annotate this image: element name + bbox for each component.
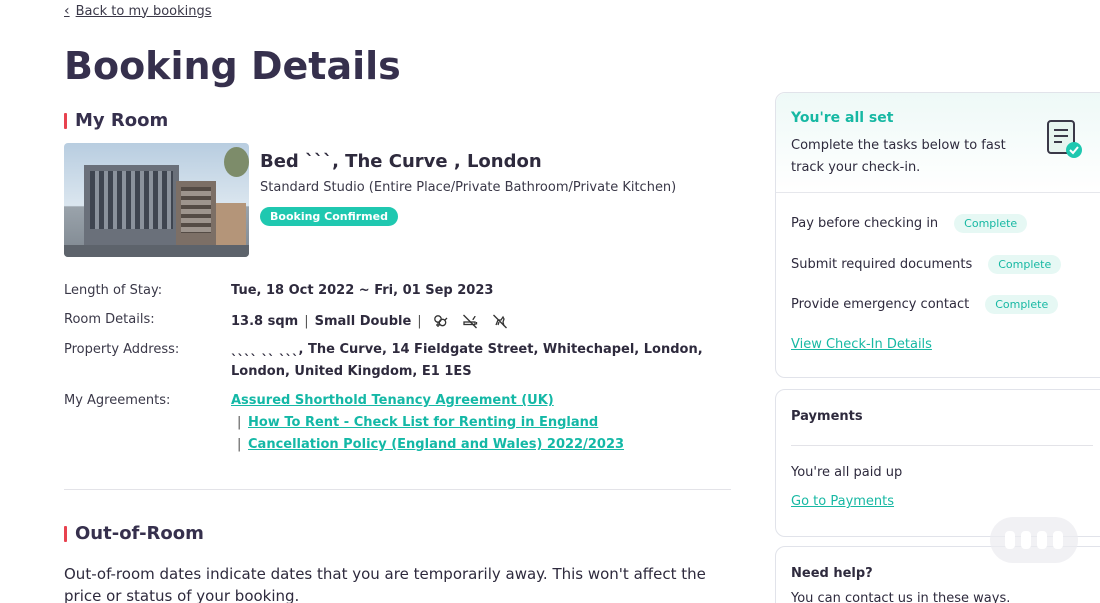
heading-accent-bar bbox=[64, 525, 67, 542]
separator: | bbox=[417, 313, 422, 329]
help-heading: Need help? bbox=[791, 566, 873, 581]
separator: | bbox=[237, 437, 242, 452]
room-details-label: Room Details: bbox=[64, 312, 155, 327]
checkin-card-header: You're all set Complete the tasks below … bbox=[776, 93, 1100, 193]
agreement-link-cancellation[interactable]: Cancellation Policy (England and Wales) … bbox=[248, 437, 624, 452]
checkin-subtitle: Complete the tasks below to fast track y… bbox=[791, 138, 1006, 175]
out-of-room-heading-label: Out-of-Room bbox=[75, 523, 204, 544]
booking-status-badge: Booking Confirmed bbox=[260, 207, 398, 226]
booking-details-page: ‹ Back to my bookings Booking Details My… bbox=[0, 0, 1100, 603]
payments-card: Payments You're all paid up Go to Paymen… bbox=[775, 389, 1100, 537]
task-label: Pay before checking in bbox=[791, 216, 939, 231]
back-to-bookings-link[interactable]: ‹ Back to my bookings bbox=[64, 3, 212, 19]
section-divider bbox=[64, 489, 731, 490]
payments-heading: Payments bbox=[791, 409, 863, 424]
property-address-label: Property Address: bbox=[64, 342, 180, 357]
checklist-icon bbox=[1047, 120, 1082, 158]
no-smoking-icon bbox=[458, 311, 482, 331]
go-to-payments-link[interactable]: Go to Payments bbox=[791, 494, 894, 509]
out-of-room-heading: Out-of-Room bbox=[64, 523, 204, 544]
page-title: Booking Details bbox=[64, 44, 401, 88]
heading-accent-bar bbox=[64, 112, 67, 129]
agreement-link-tenancy[interactable]: Assured Shorthold Tenancy Agreement (UK) bbox=[231, 393, 554, 408]
checkin-card: You're all set Complete the tasks below … bbox=[775, 92, 1100, 378]
property-photo[interactable] bbox=[64, 143, 249, 257]
room-size: 13.8 sqm bbox=[231, 313, 299, 329]
separator: | bbox=[237, 415, 242, 430]
chevron-left-icon: ‹ bbox=[64, 3, 70, 19]
length-of-stay-label: Length of Stay: bbox=[64, 283, 163, 298]
task-label: Provide emergency contact bbox=[791, 297, 970, 312]
agreement-link-how-to-rent[interactable]: How To Rent - Check List for Renting in … bbox=[248, 415, 598, 430]
my-room-heading: My Room bbox=[64, 110, 168, 131]
gender-symbol-icon bbox=[428, 311, 452, 331]
floating-chat-button[interactable] bbox=[990, 517, 1078, 563]
length-of-stay-value: Tue, 18 Oct 2022 ~ Fri, 01 Sep 2023 bbox=[231, 283, 494, 298]
my-room-heading-label: My Room bbox=[75, 110, 169, 131]
back-link-label: Back to my bookings bbox=[75, 3, 212, 19]
task-row-payment: Pay before checking in Complete bbox=[791, 214, 1028, 233]
complete-badge: Complete bbox=[954, 214, 1028, 233]
task-row-documents: Submit required documents Complete bbox=[791, 255, 1062, 274]
separator: | bbox=[304, 313, 309, 329]
property-name: Bed ˋˋˋ, The Curve , London bbox=[260, 151, 542, 172]
task-row-emergency-contact: Provide emergency contact Complete bbox=[791, 295, 1059, 314]
card-divider bbox=[791, 445, 1093, 446]
view-checkin-details-link[interactable]: View Check-In Details bbox=[791, 337, 932, 352]
agreements-label: My Agreements: bbox=[64, 393, 171, 408]
property-address-line2: London, United Kingdom, E1 1ES bbox=[231, 364, 472, 379]
payments-status: You're all paid up bbox=[791, 465, 903, 480]
complete-badge: Complete bbox=[985, 295, 1059, 314]
task-label: Submit required documents bbox=[791, 257, 973, 272]
no-pets-icon bbox=[488, 311, 512, 331]
complete-badge: Complete bbox=[988, 255, 1062, 274]
room-details-value: 13.8 sqm | Small Double | bbox=[231, 311, 512, 331]
help-text: You can contact us in these ways. bbox=[791, 591, 1011, 603]
room-type: Standard Studio (Entire Place/Private Ba… bbox=[260, 180, 677, 195]
checkin-title: You're all set bbox=[791, 110, 894, 126]
bed-type: Small Double bbox=[314, 313, 412, 329]
property-address-line1: ˎˎˎˎ ˎˎ ˎˎˎ, The Curve, 14 Fieldgate Str… bbox=[231, 342, 703, 357]
out-of-room-description: Out-of-room dates indicate dates that yo… bbox=[64, 565, 706, 603]
